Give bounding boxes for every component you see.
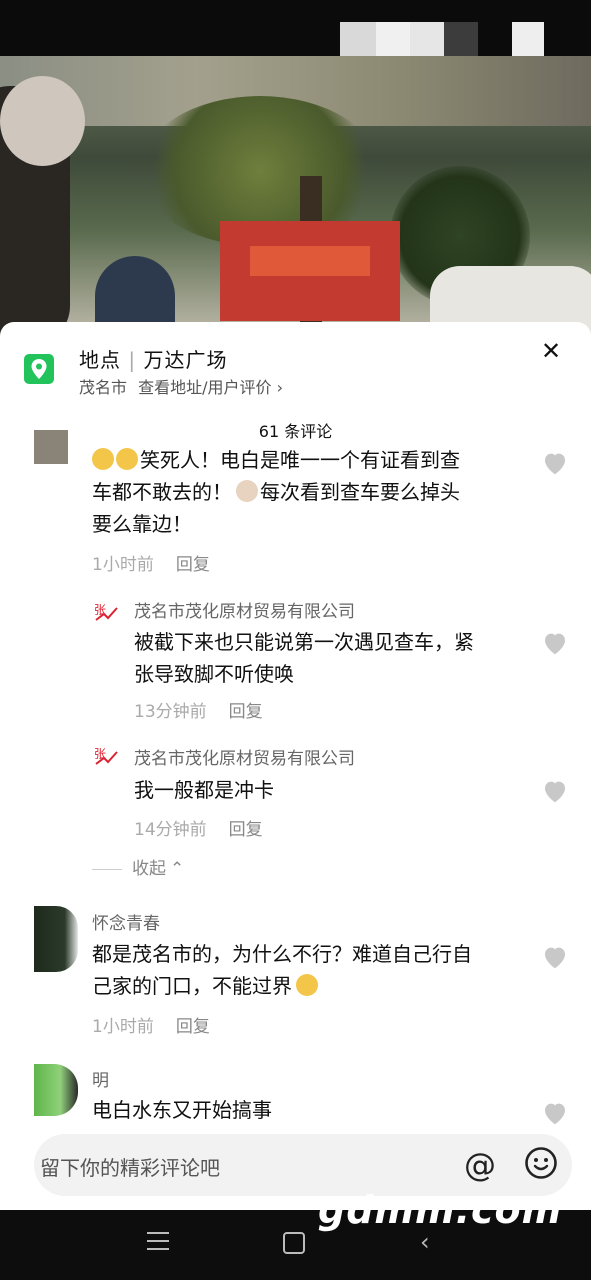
comments-sheet: 地点 | 万达广场 茂名市 查看地址/用户评价 › ✕ 61 条评论 笑死人！电… [0,322,591,1210]
commenter-name[interactable]: 茂名市茂化原材贸易有限公司 [134,744,355,769]
collapse-divider [92,868,122,870]
status-bar [0,0,591,56]
collapse-replies-button[interactable]: 收起 ⌃ [92,854,184,879]
home-icon[interactable] [283,1232,305,1254]
location-name: 万达广场 [143,348,228,372]
back-icon[interactable]: ‹ [420,1228,430,1256]
comment-line-text: 每次看到查车要么掉头 [260,480,460,504]
heart-icon[interactable] [540,776,570,806]
heart-icon[interactable] [540,942,570,972]
location-detail-link[interactable]: 查看地址/用户评价 [138,378,271,397]
comment-time: 14分钟前 [134,820,207,840]
location-label: 地点 [79,348,121,372]
comment-line: 被截下来也只能说第一次遇见查车，紧 [134,630,474,654]
reply-button[interactable]: 回复 [229,702,263,722]
comment-text: 都是茂名市的，为什么不行？难道自己行自 己家的门口，不能过界 [92,938,532,1002]
emoji-icon [296,974,318,996]
emoji-icon[interactable] [524,1146,558,1180]
blurred-status-block [512,22,544,56]
comment-time: 1小时前 [92,555,154,575]
comment-text: 我一般都是冲卡 [134,778,274,802]
comment-meta: 14分钟前 回复 [134,815,263,840]
heart-icon[interactable] [540,448,570,478]
watermark: gdmm.com [318,1188,563,1232]
blurred-status-block [340,22,376,56]
comment-time: 1小时前 [92,1017,154,1037]
comment-line-text: 己家的门口，不能过界 [92,974,292,998]
comment-line: 笑死人！电白是唯一一个有证看到查 [92,444,532,476]
collapse-label: 收起 [132,859,166,879]
location-separator: | [128,348,137,372]
comment-input[interactable]: 留下你的精彩评论吧 [40,1152,220,1181]
avatar[interactable]: 张 [92,742,120,770]
comment-count: 61 条评论 [258,422,333,441]
reply-button[interactable]: 回复 [229,820,263,840]
comment-input-bar[interactable]: 留下你的精彩评论吧 @ [34,1134,572,1196]
location-title[interactable]: 地点 | 万达广场 [79,344,227,373]
comment-line-text: 笑死人！电白是唯一一个有证看到查 [140,448,460,472]
location-subtitle[interactable]: 茂名市 查看地址/用户评价 › [79,374,283,398]
comment-line: 己家的门口，不能过界 [92,970,532,1002]
avatar[interactable] [34,1064,78,1116]
emoji-icon [116,448,138,470]
comment-text: 笑死人！电白是唯一一个有证看到查 车都不敢去的！ 每次看到查车要么掉头 要么靠边！ [92,444,532,540]
blurred-status-block [444,22,478,56]
commenter-name[interactable]: 茂名市茂化原材贸易有限公司 [134,597,355,622]
comment-line: 要么靠边！ [92,512,192,536]
video-shop-sign [250,246,370,276]
location-pin-icon[interactable] [24,354,54,384]
chevron-up-icon: ⌃ [170,859,185,879]
comment-text: 电白水东又开始搞事 [92,1098,272,1122]
comment-meta: 1小时前 回复 [92,1012,210,1037]
reply-button[interactable]: 回复 [176,1017,210,1037]
emoji-icon [92,448,114,470]
video-person-head [0,76,85,166]
commenter-name[interactable]: 怀念青春 [92,909,160,934]
avatar[interactable]: 张 [92,598,120,626]
comment-line: 都是茂名市的，为什么不行？难道自己行自 [92,942,472,966]
at-icon[interactable]: @ [464,1146,496,1184]
location-city: 茂名市 [79,378,128,397]
avatar[interactable] [34,906,78,972]
comment-line: 车都不敢去的！ 每次看到查车要么掉头 [92,476,532,508]
avatar[interactable] [34,430,68,464]
reply-button[interactable]: 回复 [176,555,210,575]
comment-time: 13分钟前 [134,702,207,722]
close-icon[interactable]: ✕ [538,338,564,364]
heart-icon[interactable] [540,1098,570,1128]
chevron-right-icon: › [276,378,284,397]
comment-line-text: 车都不敢去的！ [92,480,232,504]
commenter-name[interactable]: 明 [92,1066,109,1091]
comment-line: 张导致脚不听使唤 [134,662,294,686]
menu-icon[interactable] [147,1232,169,1252]
comment-text: 被截下来也只能说第一次遇见查车，紧 张导致脚不听使唤 [134,626,534,690]
video-background[interactable] [0,56,591,346]
blurred-status-block [410,22,444,56]
blurred-status-block [376,22,410,56]
cat-emoji-icon [236,480,258,502]
heart-icon[interactable] [540,628,570,658]
comment-meta: 1小时前 回复 [92,550,210,575]
comment-meta: 13分钟前 回复 [134,697,263,722]
